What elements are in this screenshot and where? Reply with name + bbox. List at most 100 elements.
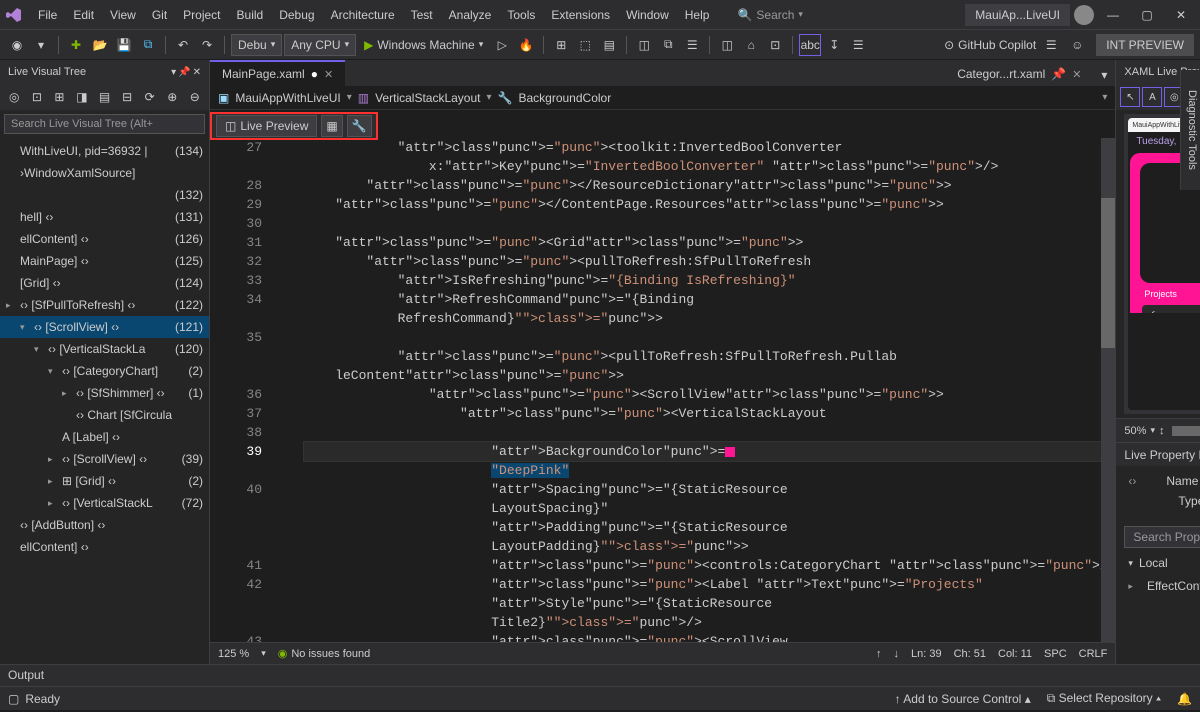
- breadcrumb-scope[interactable]: MauiAppWithLiveUI: [235, 91, 340, 105]
- copilot-menu-icon[interactable]: ☰: [1040, 34, 1062, 56]
- preview-button[interactable]: INT PREVIEW: [1096, 34, 1194, 56]
- lp-tool-2[interactable]: 🔧: [347, 115, 372, 137]
- tab-close-icon[interactable]: ✕: [324, 68, 333, 81]
- crlf-label[interactable]: CRLF: [1079, 648, 1108, 660]
- menu-view[interactable]: View: [102, 4, 144, 26]
- tool-icon-3[interactable]: ▤: [598, 34, 620, 56]
- tree-row[interactable]: ▾‹› [ScrollView] ‹›(121): [0, 316, 209, 338]
- lvt-icon-2[interactable]: ⊡: [27, 86, 48, 108]
- repo-button[interactable]: ⧉ Select Repository ▴: [1047, 691, 1161, 706]
- code-line[interactable]: "attr">Spacing"punc">="{StaticResource: [304, 480, 1115, 499]
- tool-icon-5[interactable]: ⧉: [657, 34, 679, 56]
- zoom-label[interactable]: 125 %: [218, 648, 249, 660]
- copilot-button[interactable]: GitHub Copilot: [958, 38, 1036, 52]
- source-control-button[interactable]: ↑ Add to Source Control ▴: [895, 692, 1031, 706]
- code-line[interactable]: Title2}"">class">="punc">/>: [304, 613, 1115, 632]
- editor-scrollbar[interactable]: [1101, 138, 1115, 642]
- tab-pin-icon[interactable]: 📌: [1051, 67, 1066, 81]
- menu-help[interactable]: Help: [677, 4, 718, 26]
- menu-project[interactable]: Project: [175, 4, 228, 26]
- lvt-icon-4[interactable]: ◨: [72, 86, 93, 108]
- code-line[interactable]: [304, 214, 1115, 233]
- tab-mainpage[interactable]: MainPage.xaml ● ✕: [210, 60, 345, 86]
- tree-row[interactable]: ▸‹› [SfShimmer] ‹›(1): [0, 382, 209, 404]
- title-search[interactable]: 🔍 Search ▾: [737, 8, 803, 22]
- tool-icon-7[interactable]: ◫: [716, 34, 738, 56]
- save-icon[interactable]: 💾: [113, 34, 135, 56]
- lvt-icon-1[interactable]: ◎: [4, 86, 25, 108]
- tree-row[interactable]: ▸‹› [ScrollView] ‹›(39): [0, 448, 209, 470]
- code-line[interactable]: RefreshCommand}"">class">="punc">>: [304, 309, 1115, 328]
- lvt-icon-3[interactable]: ⊞: [49, 86, 70, 108]
- code-line[interactable]: "attr">BackgroundColor"punc">=: [304, 442, 1115, 461]
- redo-icon[interactable]: ↷: [196, 34, 218, 56]
- tree-row[interactable]: A [Label] ‹›: [0, 426, 209, 448]
- code-line[interactable]: "attr">class"punc">="punc"><VerticalStac…: [304, 404, 1115, 423]
- minimize-button[interactable]: —: [1098, 1, 1128, 29]
- panel-pin-icon[interactable]: 📌: [178, 67, 190, 78]
- tree-row[interactable]: ▸⊞ [Grid] ‹›(2): [0, 470, 209, 492]
- lpe-search-input[interactable]: Search Properties (Alt+`) 🔍: [1124, 526, 1200, 548]
- code-line[interactable]: LayoutPadding}"">class">="punc">>: [304, 537, 1115, 556]
- open-icon[interactable]: 📂: [89, 34, 111, 56]
- preview-zoom[interactable]: 50%: [1124, 425, 1146, 437]
- code-line[interactable]: "attr">class"punc">="punc"></ContentPage…: [304, 195, 1115, 214]
- hot-reload-icon[interactable]: 🔥: [515, 34, 537, 56]
- user-avatar[interactable]: [1074, 5, 1094, 25]
- menu-debug[interactable]: Debug: [271, 4, 322, 26]
- menu-tools[interactable]: Tools: [499, 4, 543, 26]
- menu-git[interactable]: Git: [144, 4, 175, 26]
- spc-label[interactable]: SPC: [1044, 648, 1067, 660]
- tree-row[interactable]: hell] ‹›(131): [0, 206, 209, 228]
- tabs-overflow-icon[interactable]: ▾: [1093, 64, 1115, 86]
- code-line[interactable]: [304, 423, 1115, 442]
- tree-row[interactable]: ▸‹› [SfPullToRefresh] ‹›(122): [0, 294, 209, 316]
- code-line[interactable]: "attr">RefreshCommand"punc">="{Binding: [304, 290, 1115, 309]
- undo-icon[interactable]: ↶: [172, 34, 194, 56]
- menu-edit[interactable]: Edit: [65, 4, 102, 26]
- code-line[interactable]: [304, 328, 1115, 347]
- preview-hscroll[interactable]: [1172, 426, 1200, 436]
- panel-menu-icon[interactable]: ▾: [171, 67, 176, 78]
- nav-fwd-icon[interactable]: ▾: [30, 34, 52, 56]
- xp-icon-1[interactable]: ↖: [1120, 87, 1140, 107]
- tree-row[interactable]: ▾‹› [CategoryChart](2): [0, 360, 209, 382]
- xp-icon-2[interactable]: A: [1142, 87, 1162, 107]
- start-nodebug-icon[interactable]: ▷: [491, 34, 513, 56]
- tool-icon-2[interactable]: ⬚: [574, 34, 596, 56]
- tool-icon-1[interactable]: ⊞: [550, 34, 572, 56]
- output-panel[interactable]: Output: [0, 664, 1200, 686]
- tool-icon-9[interactable]: ⊡: [764, 34, 786, 56]
- code-line[interactable]: "attr">class"punc">="punc"><controls:Cat…: [304, 556, 1115, 575]
- start-button[interactable]: ▶ Windows Machine ▾: [358, 36, 489, 54]
- lvt-icon-8[interactable]: ⊕: [162, 86, 183, 108]
- feedback-icon[interactable]: ☺: [1066, 34, 1088, 56]
- code-line[interactable]: "DeepPink": [304, 461, 1115, 480]
- code-line[interactable]: "attr">class"punc">="punc"><toolkit:Inve…: [304, 138, 1115, 157]
- lvt-icon-9[interactable]: ⊖: [185, 86, 206, 108]
- breadcrumb-prop[interactable]: BackgroundColor: [518, 91, 611, 105]
- tree-row[interactable]: ▾‹› [VerticalStackLa(120): [0, 338, 209, 360]
- code-line[interactable]: "attr">class"punc">="punc"><pullToRefres…: [304, 252, 1115, 271]
- config-select[interactable]: Debu ▾: [231, 34, 282, 56]
- code-line[interactable]: x:"attr">Key"punc">="InvertedBoolConvert…: [304, 157, 1115, 176]
- menu-architecture[interactable]: Architecture: [323, 4, 403, 26]
- code-line[interactable]: "attr">class"punc">="punc"><Label "attr"…: [304, 575, 1115, 594]
- lvt-icon-7[interactable]: ⟳: [139, 86, 160, 108]
- code-line[interactable]: "attr">IsRefreshing"punc">="{Binding IsR…: [304, 271, 1115, 290]
- tree-row[interactable]: ▸‹› [VerticalStackL(72): [0, 492, 209, 514]
- tree-row[interactable]: ellContent] ‹›: [0, 536, 209, 558]
- tree-row[interactable]: MainPage] ‹›(125): [0, 250, 209, 272]
- tree-row[interactable]: ›WindowXamlSource]: [0, 162, 209, 184]
- notifications-icon[interactable]: 🔔: [1177, 692, 1192, 706]
- tool-icon-11[interactable]: ↧: [823, 34, 845, 56]
- breadcrumb-element[interactable]: VerticalStackLayout: [375, 91, 480, 105]
- lpe-group-local[interactable]: ▾ Local MainPage.xaml: [1116, 552, 1200, 574]
- lvt-icon-5[interactable]: ▤: [94, 86, 115, 108]
- menu-analyze[interactable]: Analyze: [441, 4, 500, 26]
- tool-icon-6[interactable]: ☰: [681, 34, 703, 56]
- code-line[interactable]: "attr">class"punc">="punc"></ResourceDic…: [304, 176, 1115, 195]
- platform-select[interactable]: Any CPU ▾: [284, 34, 356, 56]
- menu-build[interactable]: Build: [229, 4, 272, 26]
- code-line[interactable]: "attr">class"punc">="punc"><Grid"attr">c…: [304, 233, 1115, 252]
